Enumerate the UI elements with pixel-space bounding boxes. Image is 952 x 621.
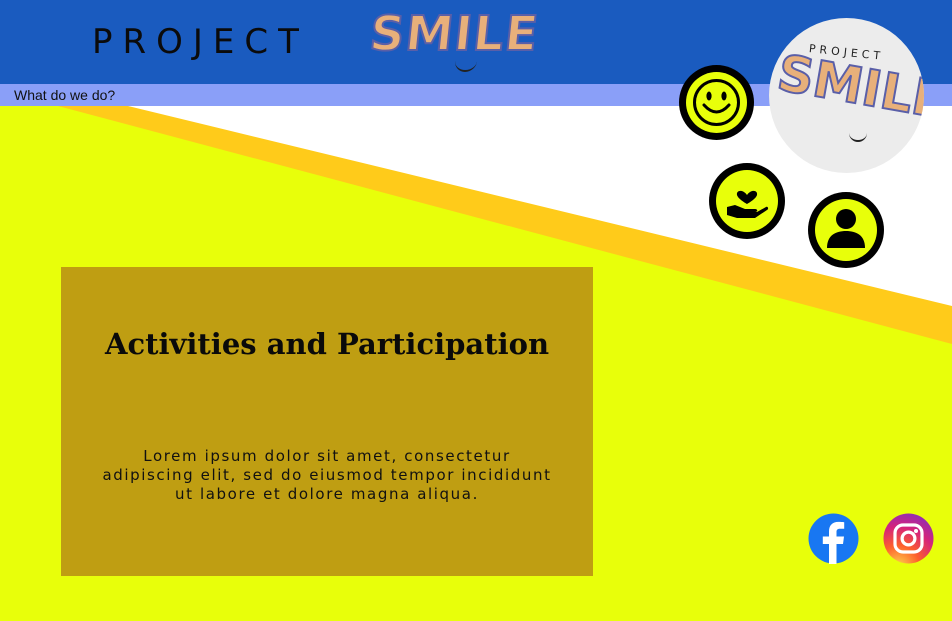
- profile-button[interactable]: [808, 192, 884, 268]
- care-button[interactable]: [709, 163, 785, 239]
- badge-smile-mouth-icon: [849, 130, 867, 142]
- activities-card: Activities and Participation Lorem ipsum…: [61, 267, 593, 576]
- card-body-text: Lorem ipsum dolor sit amet, consectetur …: [102, 447, 552, 503]
- nav-link-what-we-do[interactable]: What do we do?: [14, 87, 115, 103]
- person-icon: [827, 209, 865, 248]
- smile-logo-text: SMILE: [366, 5, 542, 63]
- brand-wordmark: PROJECT: [92, 22, 309, 62]
- smiley-button[interactable]: [679, 65, 754, 140]
- smile-logo[interactable]: SMILE: [366, 5, 543, 72]
- facebook-icon[interactable]: [808, 513, 859, 564]
- instagram-icon[interactable]: [883, 513, 934, 564]
- smiley-face-icon: [693, 79, 740, 126]
- project-smile-badge[interactable]: PROJECT SMILE: [769, 18, 924, 173]
- card-title: Activities and Participation: [104, 327, 550, 361]
- heart-in-hand-icon: [727, 190, 769, 218]
